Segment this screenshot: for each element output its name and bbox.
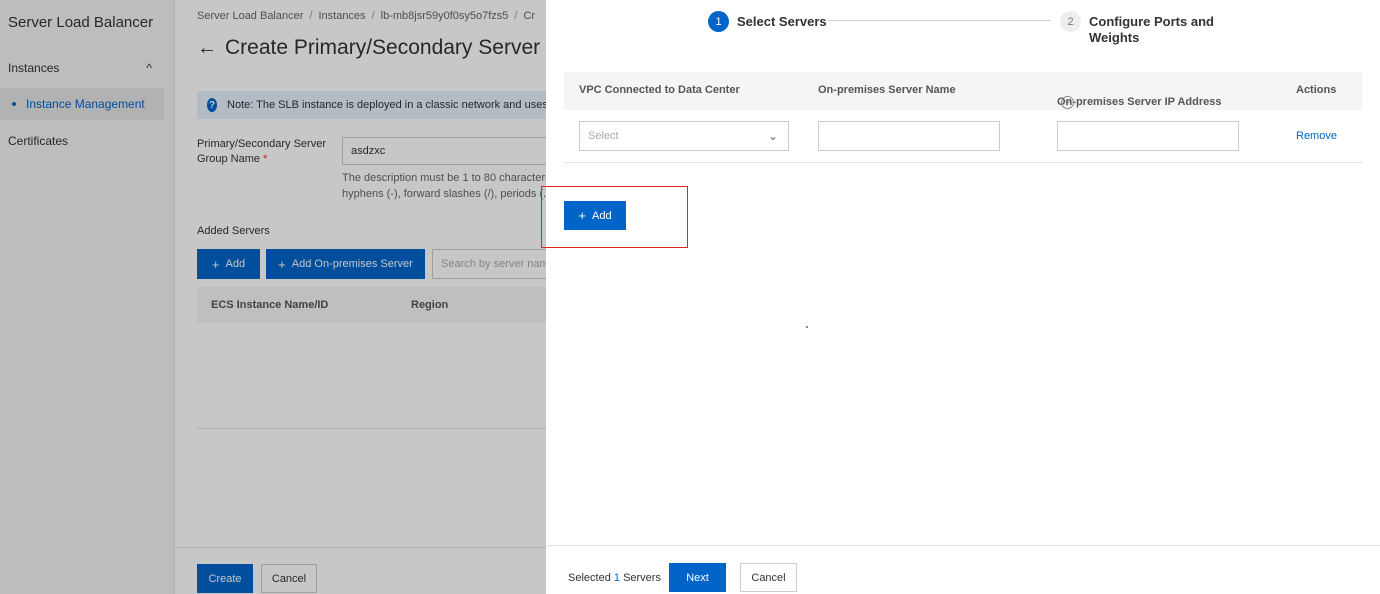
server-name-input[interactable] [818, 121, 1000, 151]
onprem-table-header: VPC Connected to Data Center On-premises… [564, 72, 1362, 110]
column-header-vpc: VPC Connected to Data Center [579, 84, 740, 96]
add-onprem-drawer: 1 Select Servers 2 Configure Ports and W… [541, 0, 1380, 594]
vpc-select[interactable]: Select ⌄ [579, 121, 789, 151]
step-2-number: 2 [1060, 11, 1081, 32]
modal-overlay[interactable] [0, 0, 546, 594]
help-icon[interactable]: ? [1061, 96, 1074, 109]
plus-icon: + [578, 208, 586, 223]
drawer-cancel-button[interactable]: Cancel [740, 563, 797, 592]
drawer-footer: Selected 1 Servers Next Cancel [546, 545, 1380, 594]
step-1-number: 1 [708, 11, 729, 32]
column-header-name: On-premises Server Name [818, 84, 956, 96]
loading-dot [806, 326, 808, 328]
column-header-actions: Actions [1296, 84, 1337, 96]
steps-indicator: 1 Select Servers 2 Configure Ports and W… [546, 0, 1380, 60]
selected-count-text: Selected 1 Servers [568, 572, 661, 584]
add-row-button[interactable]: + Add [564, 201, 626, 230]
step-connector [828, 20, 1050, 21]
next-button[interactable]: Next [669, 563, 726, 592]
remove-link[interactable]: Remove [1296, 130, 1337, 142]
step-2-label: Configure Ports and Weights [1089, 14, 1214, 45]
chevron-down-icon: ⌄ [767, 129, 778, 143]
server-ip-input[interactable] [1057, 121, 1239, 151]
table-row: Select ⌄ Remove [564, 110, 1362, 163]
step-1-label: Select Servers [737, 14, 827, 29]
